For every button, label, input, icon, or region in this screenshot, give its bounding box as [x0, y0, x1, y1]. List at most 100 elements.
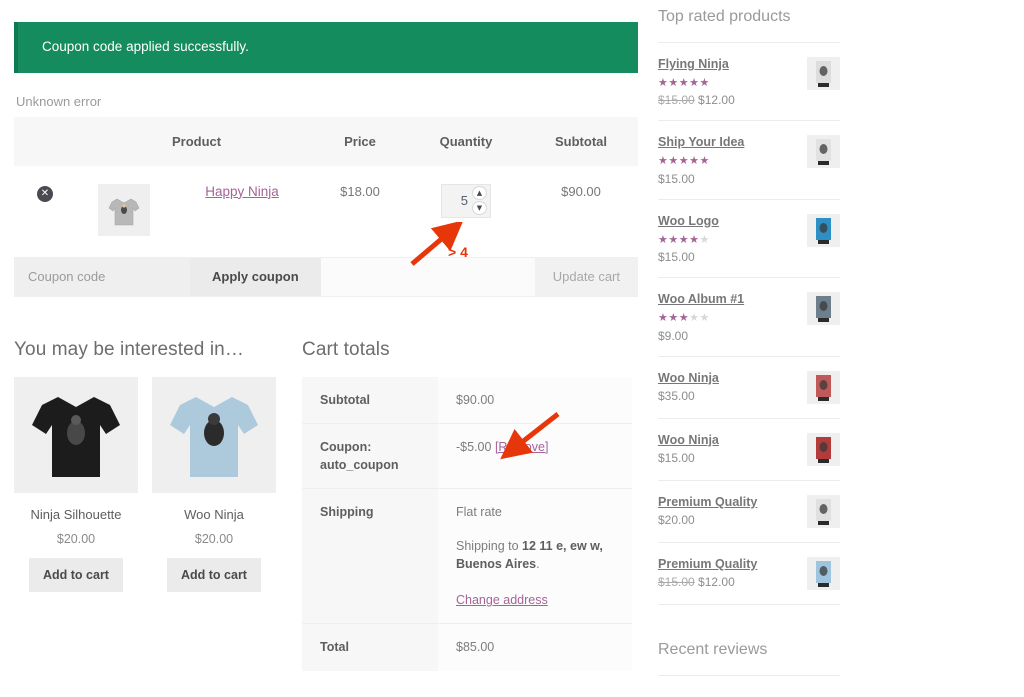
totals-row-subtotal: Subtotal $90.00	[302, 376, 632, 424]
cart-totals-section: Cart totals Subtotal $90.00 Coupon: auto…	[302, 339, 632, 671]
product-image-icon	[816, 560, 831, 587]
product-image-icon	[816, 296, 831, 323]
quantity-stepper[interactable]: 5 ▲ ▼	[441, 183, 491, 218]
sidebar-product-thumbnail-1[interactable]	[807, 135, 840, 169]
success-notice-text: Coupon code applied successfully.	[42, 39, 249, 54]
cell-product: Happy Ninja	[172, 165, 312, 258]
sidebar-product-price-0: $15.00 $12.00	[658, 93, 840, 107]
product-image-icon	[816, 139, 831, 166]
cart-table: Product Price Quantity Subtotal ✕ Happy …	[14, 116, 638, 258]
tshirt-icon	[32, 396, 120, 477]
cell-price: $18.00	[312, 165, 408, 258]
coupon-value-cell: -$5.00 [Remove]	[438, 423, 632, 489]
cart-table-body: ✕ Happy Ninja $18.00 5 ▲ ▼ $90.00	[14, 165, 638, 258]
list-item: Premium Quality $15.00 $12.00	[658, 543, 840, 605]
total-value: $85.00	[438, 623, 632, 671]
upsell-name-0: Ninja Silhouette	[30, 506, 122, 522]
top-rated-products-title: Top rated products	[658, 8, 840, 43]
cart-page: Coupon code applied successfully. Unknow…	[0, 0, 1024, 697]
update-cart-button[interactable]: Update cart	[534, 257, 638, 296]
header-subtotal: Subtotal	[524, 116, 638, 166]
change-address-link[interactable]: Change address	[456, 591, 548, 609]
upsell-price-1: $20.00	[194, 531, 234, 546]
annotation-label-quantity: > 4	[448, 244, 468, 260]
quantity-decrement-icon[interactable]: ▼	[472, 201, 487, 216]
header-price: Price	[312, 116, 408, 166]
sidebar-current-price-6: $20.00	[658, 512, 695, 527]
apply-coupon-button[interactable]: Apply coupon	[190, 257, 321, 296]
coupon-row-spacer	[320, 257, 535, 296]
cell-thumbnail	[76, 165, 172, 258]
header-remove	[14, 116, 76, 166]
cell-subtotal: $90.00	[524, 165, 638, 258]
list-item: Ship Your Idea ★★★★★ $15.00	[658, 121, 840, 200]
sidebar-product-thumbnail-4[interactable]	[807, 370, 840, 404]
totals-row-total: Total $85.00	[302, 623, 632, 671]
list-item: Woo Ninja $20.00 Add to cart	[152, 376, 276, 592]
sidebar-product-price-1: $15.00	[658, 172, 840, 186]
upsells-grid: Ninja Silhouette $20.00 Add to cart Woo …	[14, 376, 282, 592]
product-image-icon	[816, 61, 831, 87]
list-item: Premium Quality $20.00	[658, 481, 840, 543]
sidebar-current-price-3: $9.00	[658, 328, 689, 343]
list-item: Woo Logo ★★★★★ $15.00	[658, 200, 840, 279]
header-product: Product	[172, 116, 312, 166]
coupon-amount: -$5.00	[456, 439, 492, 454]
upsell-image-1[interactable]	[152, 376, 276, 493]
shipping-to-prefix: Shipping to	[456, 539, 523, 554]
cart-totals-title: Cart totals	[302, 338, 390, 360]
sidebar-product-thumbnail-6[interactable]	[807, 494, 840, 528]
product-thumbnail[interactable]	[98, 183, 150, 236]
table-row: ✕ Happy Ninja $18.00 5 ▲ ▼ $90.00	[14, 165, 638, 258]
top-rated-products-list: Flying Ninja ★★★★★ $15.00 $12.00 Ship Your …	[658, 43, 840, 605]
sidebar-product-thumbnail-0[interactable]	[807, 57, 840, 90]
shipping-value-cell: Flat rate Shipping to 12 11 e, ew w, Bue…	[438, 488, 632, 625]
recent-reviews-title: Recent reviews	[658, 641, 840, 676]
product-image-icon	[816, 498, 831, 525]
cell-remove: ✕	[14, 165, 76, 258]
sidebar-product-thumbnail-3[interactable]	[807, 292, 840, 326]
quantity-arrows: ▲ ▼	[472, 186, 487, 216]
shipping-destination: Shipping to 12 11 e, ew w, Buenos Aires.	[456, 537, 622, 573]
sidebar-product-thumbnail-7[interactable]	[807, 556, 840, 590]
quantity-value[interactable]: 5	[442, 193, 472, 208]
sidebar: Top rated products Flying Ninja ★★★★★ $15.…	[658, 0, 840, 676]
sidebar-product-thumbnail-5[interactable]	[807, 432, 840, 466]
header-thumbnail	[76, 116, 172, 166]
subtotal-value: $90.00	[438, 376, 632, 424]
sidebar-current-price-1: $15.00	[658, 171, 695, 186]
sidebar-product-thumbnail-2[interactable]	[807, 213, 840, 247]
upsell-name-1: Woo Ninja	[184, 506, 244, 522]
success-notice: Coupon code applied successfully.	[14, 22, 638, 73]
totals-row-shipping: Shipping Flat rate Shipping to 12 11 e, …	[302, 488, 632, 625]
quantity-increment-icon[interactable]: ▲	[472, 186, 487, 201]
main-content: Coupon code applied successfully. Unknow…	[14, 0, 638, 697]
product-image-icon	[816, 436, 831, 463]
list-item: Woo Ninja $15.00	[658, 419, 840, 481]
list-item: Woo Ninja $35.00	[658, 357, 840, 419]
cart-totals-table: Subtotal $90.00 Coupon: auto_coupon -$5.…	[302, 376, 632, 671]
upsells-title: You may be interested in…	[14, 338, 244, 360]
sidebar-old-price-0: $15.00	[658, 93, 695, 108]
upsell-image-0[interactable]	[14, 376, 138, 493]
sidebar-old-price-7: $15.00	[658, 574, 695, 589]
tshirt-icon	[108, 198, 140, 225]
product-image-icon	[816, 374, 831, 401]
cart-table-header-row: Product Price Quantity Subtotal	[14, 116, 638, 166]
coupon-remove-link[interactable]: [Remove]	[495, 440, 549, 454]
product-name-link[interactable]: Happy Ninja	[205, 184, 279, 199]
add-to-cart-button-0[interactable]: Add to cart	[29, 557, 123, 592]
shipping-to-suffix: .	[536, 557, 540, 572]
list-item: Woo Album #1 ★★★★★ $9.00	[658, 278, 840, 357]
sidebar-current-price-7: $12.00	[698, 574, 735, 589]
list-item: Ninja Silhouette $20.00 Add to cart	[14, 376, 138, 592]
totals-row-coupon: Coupon: auto_coupon -$5.00 [Remove]	[302, 423, 632, 489]
sidebar-product-price-2: $15.00	[658, 250, 840, 264]
coupon-input[interactable]	[14, 257, 190, 296]
remove-x-icon[interactable]: ✕	[37, 185, 53, 202]
upsell-price-0: $20.00	[56, 531, 96, 546]
sidebar-product-price-3: $9.00	[658, 329, 840, 343]
sidebar-current-price-5: $15.00	[658, 450, 695, 465]
add-to-cart-button-1[interactable]: Add to cart	[167, 557, 261, 592]
list-item: Flying Ninja ★★★★★ $15.00 $12.00	[658, 43, 840, 122]
